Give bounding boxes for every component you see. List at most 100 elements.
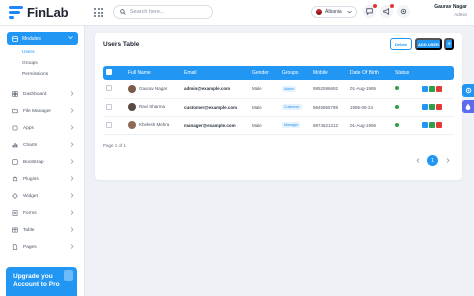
sidebar: Modules Users Groups Permissions Dashboa…	[0, 26, 85, 296]
sidebar-item-label: Pages	[23, 244, 37, 250]
column-header[interactable]: Mobile	[310, 66, 347, 80]
form-icon	[12, 210, 18, 216]
chevron-right-icon	[70, 91, 74, 96]
add-options-button[interactable]: +	[444, 38, 454, 50]
email-cell: manager@example.com	[184, 122, 236, 128]
chevron-right-icon	[70, 176, 74, 181]
delete-icon[interactable]	[436, 104, 442, 110]
email-cell: customer@example.com	[184, 104, 238, 110]
row-select-cell	[103, 80, 125, 98]
prev-page-button[interactable]	[412, 155, 423, 166]
search-input[interactable]	[130, 9, 210, 15]
column-header[interactable]: Email	[181, 66, 249, 80]
next-page-button[interactable]	[442, 155, 453, 166]
sidebar-item-label: Bootstrap	[23, 159, 44, 165]
megaphone-button[interactable]	[380, 4, 394, 18]
dob-cell: 1995-06-24	[350, 104, 374, 110]
sidebar-item-label: File Manager	[23, 108, 51, 114]
email-cell: admin@example.com	[184, 86, 231, 92]
search-box[interactable]	[113, 5, 213, 19]
view-icon[interactable]	[429, 104, 435, 110]
edit-icon[interactable]	[422, 85, 428, 92]
plugin-icon	[12, 176, 18, 182]
select-all-checkbox[interactable]	[106, 69, 112, 75]
upgrade-banner[interactable]: Upgrade you Account to Pro	[6, 267, 77, 296]
chevron-right-icon	[70, 142, 74, 147]
sidebar-item-dashboard[interactable]: Dashboard	[12, 89, 74, 99]
full-name-cell: Ravi Sharma	[125, 98, 181, 116]
color-switcher-button[interactable]	[462, 100, 474, 113]
user-profile[interactable]: Gaurav Nagar Admin	[434, 4, 467, 18]
table-row: Khelesh Mehra manager@example.com Male M…	[103, 116, 454, 134]
dob-cell: 01-Aug-1995	[350, 86, 377, 92]
drop-icon	[465, 103, 471, 110]
language-select[interactable]: Albania	[311, 6, 357, 18]
status-cell	[392, 116, 419, 134]
sidebar-item-modules[interactable]: Modules	[7, 32, 78, 45]
sidebar-item-label: Modules	[22, 35, 41, 42]
actions-cell	[419, 98, 454, 116]
mobile-cell: 9845865799	[313, 104, 339, 110]
apps-grid-icon[interactable]	[94, 8, 103, 17]
column-header[interactable]: Full Name	[125, 66, 181, 80]
edit-icon[interactable]	[422, 122, 428, 128]
delete-icon[interactable]	[436, 85, 442, 92]
settings-button[interactable]	[397, 5, 410, 18]
full-name: Ravi Sharma	[139, 104, 166, 110]
groups-cell: Customer	[279, 98, 310, 116]
page-number-button[interactable]: 1	[427, 155, 438, 166]
sidebar-item-label: Apps	[23, 125, 34, 131]
sidebar-item-charts[interactable]: Charts	[12, 140, 74, 150]
view-icon[interactable]	[429, 85, 435, 92]
actions-cell	[419, 116, 454, 134]
top-bar: FinLab Albania Gaurav Nagar Admin	[0, 0, 474, 26]
logo[interactable]: FinLab	[9, 4, 69, 20]
row-checkbox[interactable]	[106, 85, 112, 92]
delete-button[interactable]: Delete	[390, 38, 412, 50]
theme-settings-button[interactable]	[462, 84, 474, 97]
sidebar-item-widget[interactable]: Widget	[12, 191, 74, 201]
status-active-indicator	[395, 104, 399, 109]
megaphone-icon	[383, 8, 390, 15]
chart-icon	[12, 143, 18, 148]
folder-icon	[12, 108, 18, 114]
delete-icon[interactable]	[436, 122, 442, 128]
upgrade-text: Upgrade you Account to Pro	[13, 273, 60, 288]
language-label: Albania	[325, 9, 342, 15]
column-header[interactable]: Status	[392, 66, 419, 80]
row-select-cell	[103, 98, 125, 116]
sidebar-subitem-permissions[interactable]: Permissions	[22, 72, 48, 77]
edit-icon[interactable]	[422, 104, 428, 110]
groups-cell: Manager	[279, 116, 310, 134]
chevron-down-icon	[347, 10, 352, 14]
full-name: Gaurav Nagar	[139, 85, 168, 91]
messages-button[interactable]	[363, 4, 377, 18]
chevron-right-icon	[70, 193, 74, 198]
row-checkbox[interactable]	[106, 121, 112, 128]
chevron-right-icon	[446, 158, 450, 163]
sidebar-item-forms[interactable]: Forms	[12, 208, 74, 218]
sidebar-item-apps[interactable]: Apps	[12, 123, 74, 133]
column-header[interactable]: Gender	[249, 66, 279, 80]
select-all-cell	[103, 66, 125, 80]
view-icon[interactable]	[429, 122, 435, 128]
user-name: Gaurav Nagar	[434, 4, 467, 10]
add-user-button[interactable]: ADD USER	[415, 38, 442, 50]
sidebar-item-file-manager[interactable]: File Manager	[12, 106, 74, 116]
sidebar-subitem-users[interactable]: Users	[22, 50, 35, 55]
full-name: Khelesh Mehra	[139, 122, 170, 128]
pages-icon	[12, 244, 18, 250]
column-header[interactable]: Groups	[279, 66, 310, 80]
bootstrap-icon	[12, 159, 18, 165]
sidebar-subitem-groups[interactable]: Groups	[22, 61, 38, 66]
table-row: Gaurav Nagar admin@example.com Male Admi…	[103, 80, 454, 98]
sidebar-item-bootstrap[interactable]: Bootstrap	[12, 157, 74, 167]
row-checkbox[interactable]	[106, 103, 112, 110]
gender-cell: Male	[252, 86, 262, 92]
column-header[interactable]: Date Of Birth	[347, 66, 392, 80]
sidebar-item-plugins[interactable]: Plugins	[12, 174, 74, 184]
sidebar-item-table[interactable]: Table	[12, 225, 74, 235]
sidebar-item-pages[interactable]: Pages	[12, 242, 74, 252]
actions-cell	[419, 80, 454, 98]
chevron-left-icon	[415, 158, 419, 163]
